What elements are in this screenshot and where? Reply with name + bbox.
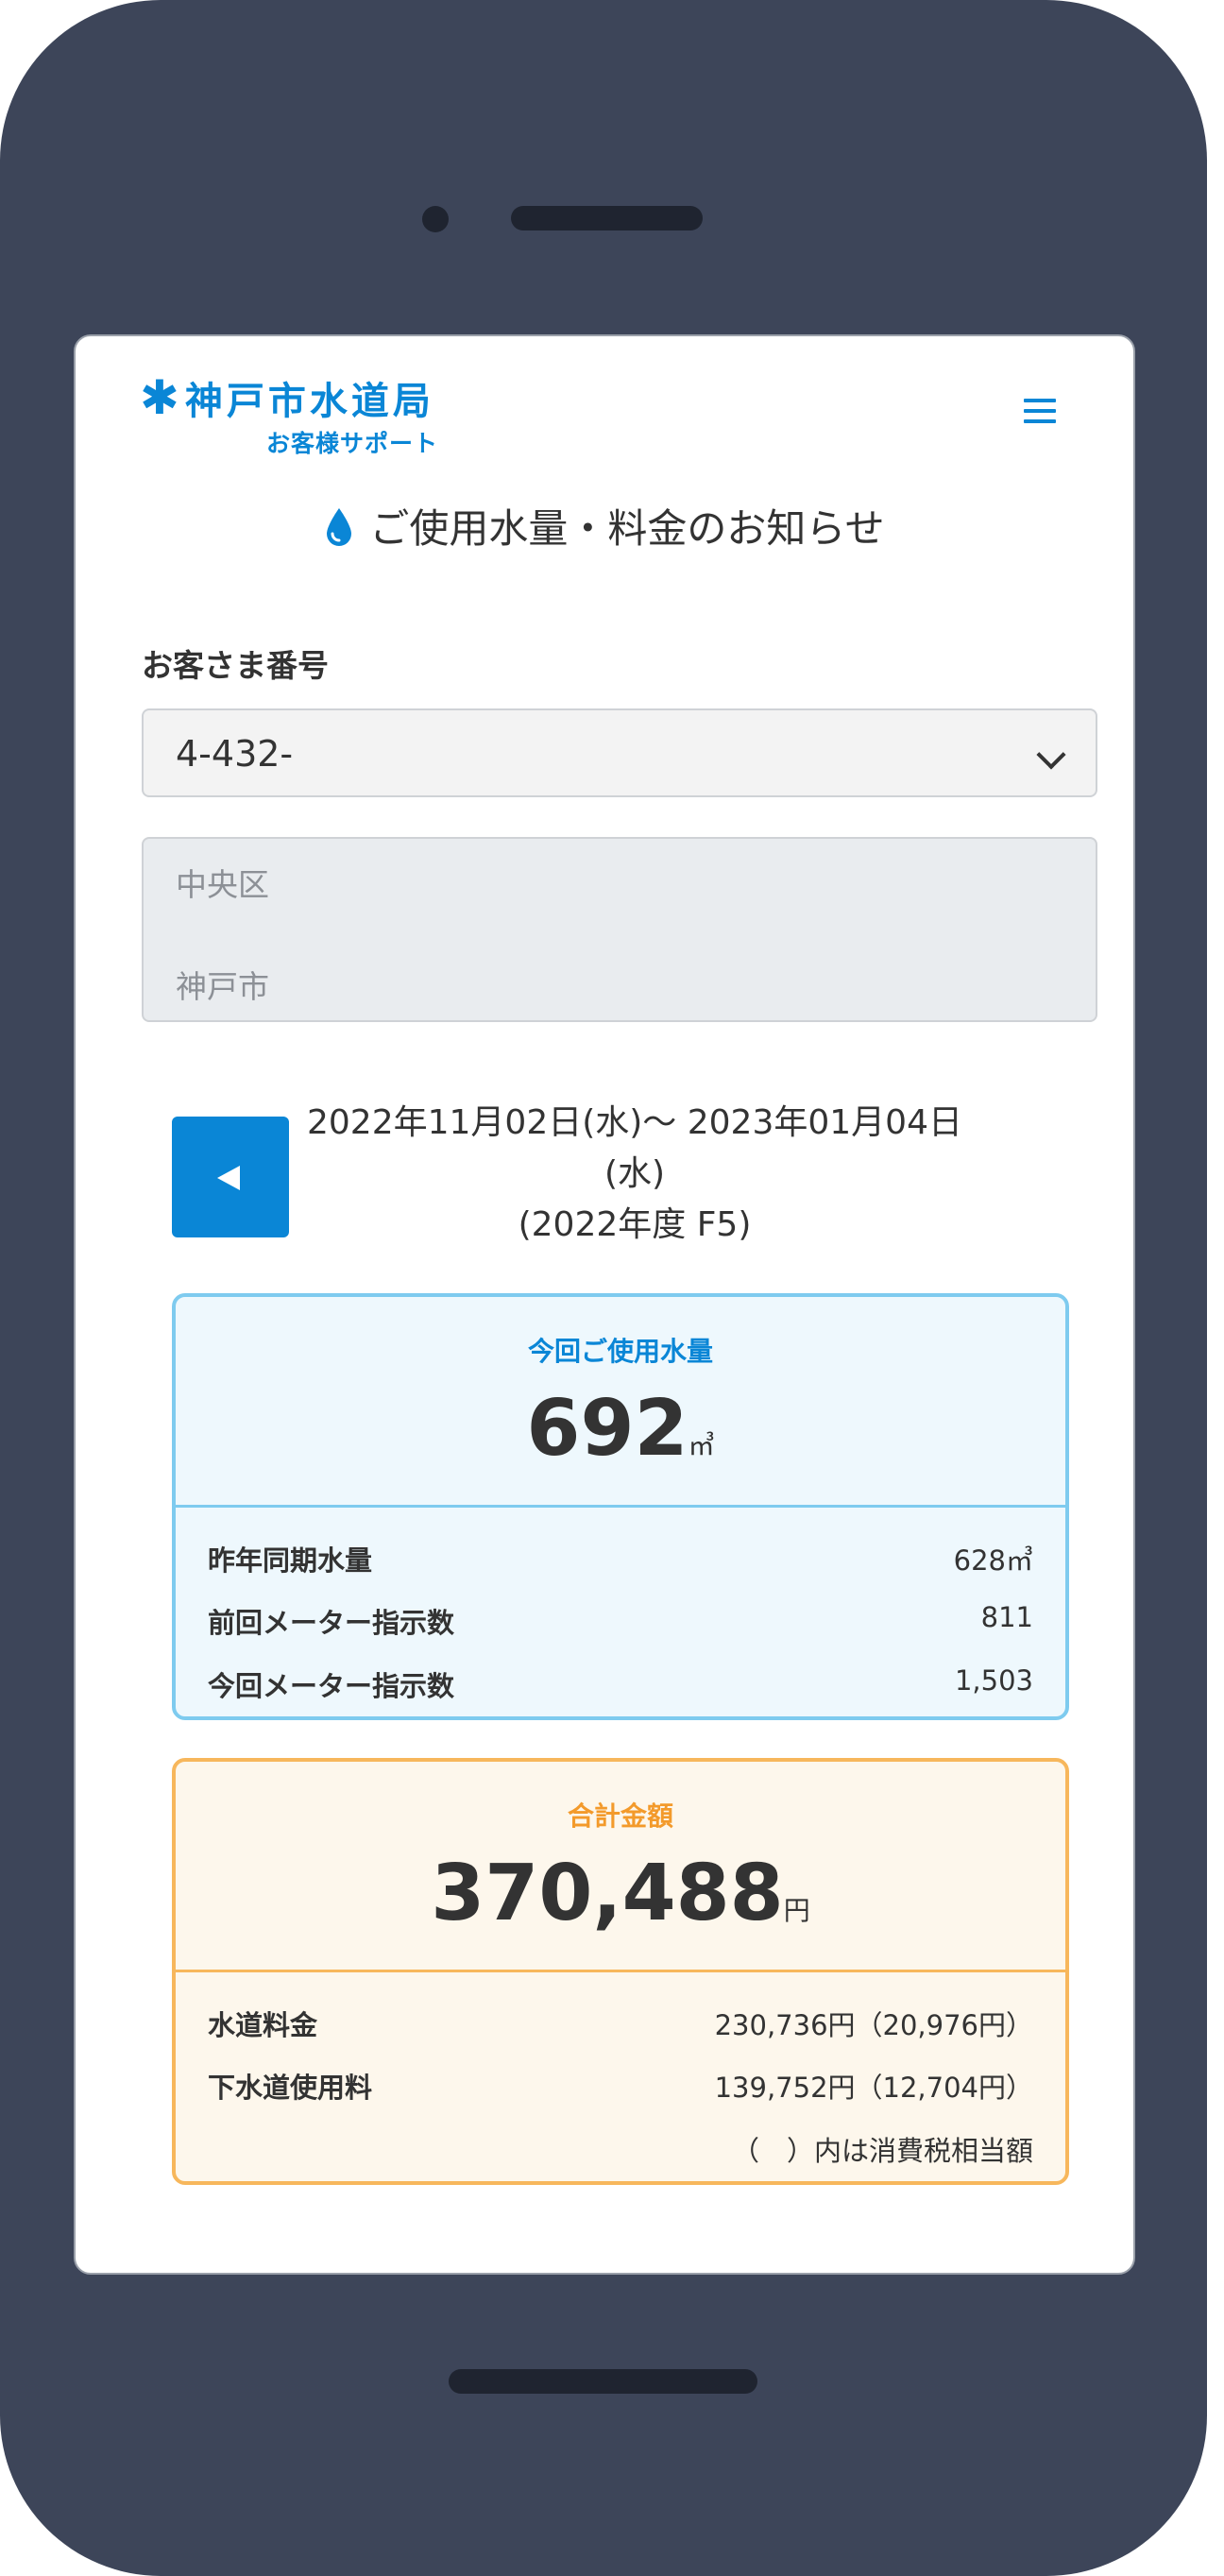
usage-row: 昨年同期水量 628㎥ — [208, 1539, 1033, 1578]
page-title: ご使用水量・料金のお知らせ — [76, 497, 1133, 557]
logo[interactable]: ✱ 神戸市水道局 お客様サポート — [140, 370, 438, 459]
total-value: 370,488 — [431, 1849, 784, 1938]
page-title-text: ご使用水量・料金のお知らせ — [369, 505, 885, 552]
camera-dot — [422, 206, 449, 232]
app-screen: ✱ 神戸市水道局 お客様サポート ご使用水量・料金のお知らせ お客さま番号 4-… — [74, 334, 1135, 2275]
total-row: 下水道使用料 139,752円（12,704円） — [208, 2066, 1033, 2106]
usage-value: 692 — [526, 1384, 688, 1474]
total-row: 水道料金 230,736円（20,976円） — [208, 2004, 1033, 2043]
usage-row: 今回メーター指示数 1,503 — [208, 1664, 1033, 1704]
usage-row-key: 今回メーター指示数 — [208, 1670, 455, 1702]
total-unit: 円 — [783, 1895, 810, 1926]
address-ward: 中央区 — [176, 866, 269, 903]
usage-row-value: 1,503 — [954, 1664, 1033, 1697]
customer-number-select[interactable]: 4-432- — [142, 708, 1097, 797]
customer-number-label: お客さま番号 — [142, 647, 329, 684]
usage-row-key: 昨年同期水量 — [208, 1544, 373, 1577]
chevron-down-icon — [1036, 740, 1066, 770]
usage-row: 前回メーター指示数 811 — [208, 1601, 1033, 1641]
water-drop-icon — [324, 506, 354, 557]
billing-period: 2022年11月02日(水)〜 2023年01月04日 (水) (2022年度 … — [289, 1098, 980, 1251]
total-row-value: 230,736円（20,976円） — [714, 2009, 1033, 2041]
address-display: 中央区 神戸市 — [142, 837, 1097, 1022]
address-city: 神戸市 — [176, 968, 269, 1005]
previous-period-button[interactable] — [172, 1117, 289, 1237]
usage-row-key: 前回メーター指示数 — [208, 1607, 455, 1639]
total-row-value: 139,752円（12,704円） — [714, 2072, 1033, 2104]
usage-row-value: 628㎥ — [953, 1544, 1033, 1577]
phone-frame: ✱ 神戸市水道局 お客様サポート ご使用水量・料金のお知らせ お客さま番号 4-… — [0, 0, 1207, 2576]
total-label: 合計金額 — [567, 1800, 673, 1832]
logo-title: 神戸市水道局 — [184, 380, 434, 423]
period-line-1: 2022年11月02日(水)〜 2023年01月04日 — [306, 1103, 962, 1142]
triangle-left-icon — [217, 1166, 240, 1190]
home-indicator[interactable] — [449, 2369, 757, 2394]
speaker-grill — [511, 206, 703, 230]
hamburger-menu-icon[interactable] — [1024, 399, 1056, 427]
total-row-key: 水道料金 — [208, 2009, 318, 2041]
usage-label: 今回ご使用水量 — [527, 1336, 713, 1367]
logo-subtitle: お客様サポート — [266, 430, 439, 457]
tax-note: （ ）内は消費税相当額 — [731, 2135, 1033, 2167]
logo-asterisk-icon: ✱ — [140, 370, 179, 425]
total-card: 合計金額 370,488円 水道料金 230,736円（20,976円） 下水道… — [172, 1758, 1069, 2185]
period-line-3: (2022年度 F5) — [518, 1205, 752, 1244]
customer-number-value: 4-432- — [176, 733, 294, 775]
usage-unit: ㎥ — [688, 1430, 715, 1461]
usage-card: 今回ご使用水量 692㎥ 昨年同期水量 628㎥ 前回メーター指示数 811 今… — [172, 1293, 1069, 1720]
total-row-key: 下水道使用料 — [208, 2072, 373, 2104]
usage-row-value: 811 — [980, 1601, 1033, 1633]
period-line-2: (水) — [604, 1154, 666, 1193]
